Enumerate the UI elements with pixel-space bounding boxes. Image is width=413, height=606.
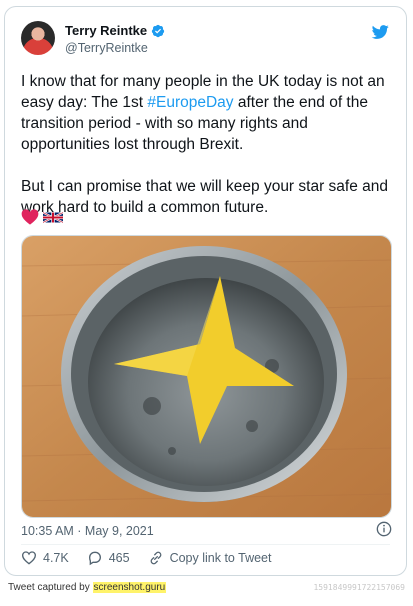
tweet-actions: 4.7K 465 Copy link to Tweet (21, 550, 289, 566)
tweet-header: Terry Reintke @TerryReintke (21, 21, 390, 67)
like-count: 4.7K (43, 551, 69, 565)
tweet-timestamp[interactable]: 10:35 AM · May 9, 2021 (21, 524, 154, 538)
baking-tin-star-photo (22, 236, 391, 517)
capture-caption: Tweet captured by screenshot.guru (8, 582, 167, 593)
copy-link-label: Copy link to Tweet (169, 551, 272, 565)
reply-button[interactable]: 465 (87, 550, 130, 566)
author-name-row[interactable]: Terry Reintke (65, 23, 165, 38)
capture-id-watermark: 1591849991722157069 (313, 583, 405, 592)
reply-bubble-icon (88, 551, 101, 566)
heart-outline-icon (21, 551, 37, 565)
caption-site-link[interactable]: screenshot.guru (92, 582, 167, 593)
caption-prefix: Tweet captured by (8, 582, 93, 593)
avatar[interactable] (21, 21, 55, 55)
twitter-bird-icon[interactable] (370, 23, 390, 41)
uk-flag-icon (43, 211, 63, 223)
info-icon[interactable] (376, 521, 392, 537)
author-handle[interactable]: @TerryReintke (65, 41, 165, 55)
author-display-name[interactable]: Terry Reintke (65, 23, 147, 38)
tweet-text: I know that for many people in the UK to… (21, 71, 391, 218)
reply-count: 465 (108, 551, 130, 565)
copy-link-button[interactable]: Copy link to Tweet (148, 550, 272, 566)
author-block: Terry Reintke @TerryReintke (65, 23, 165, 55)
emoji-row (21, 209, 63, 225)
like-button[interactable]: 4.7K (21, 550, 69, 566)
tweet-text-part2: after the end of the transition period -… (21, 94, 389, 216)
tweet-card: Terry Reintke @TerryReintke I know that … (4, 6, 407, 576)
divider (21, 544, 390, 545)
red-heart-icon (21, 209, 39, 225)
link-icon (150, 551, 161, 565)
verified-badge-icon (152, 24, 165, 37)
hashtag-link[interactable]: #EuropeDay (147, 94, 233, 111)
tweet-image[interactable] (21, 235, 392, 518)
